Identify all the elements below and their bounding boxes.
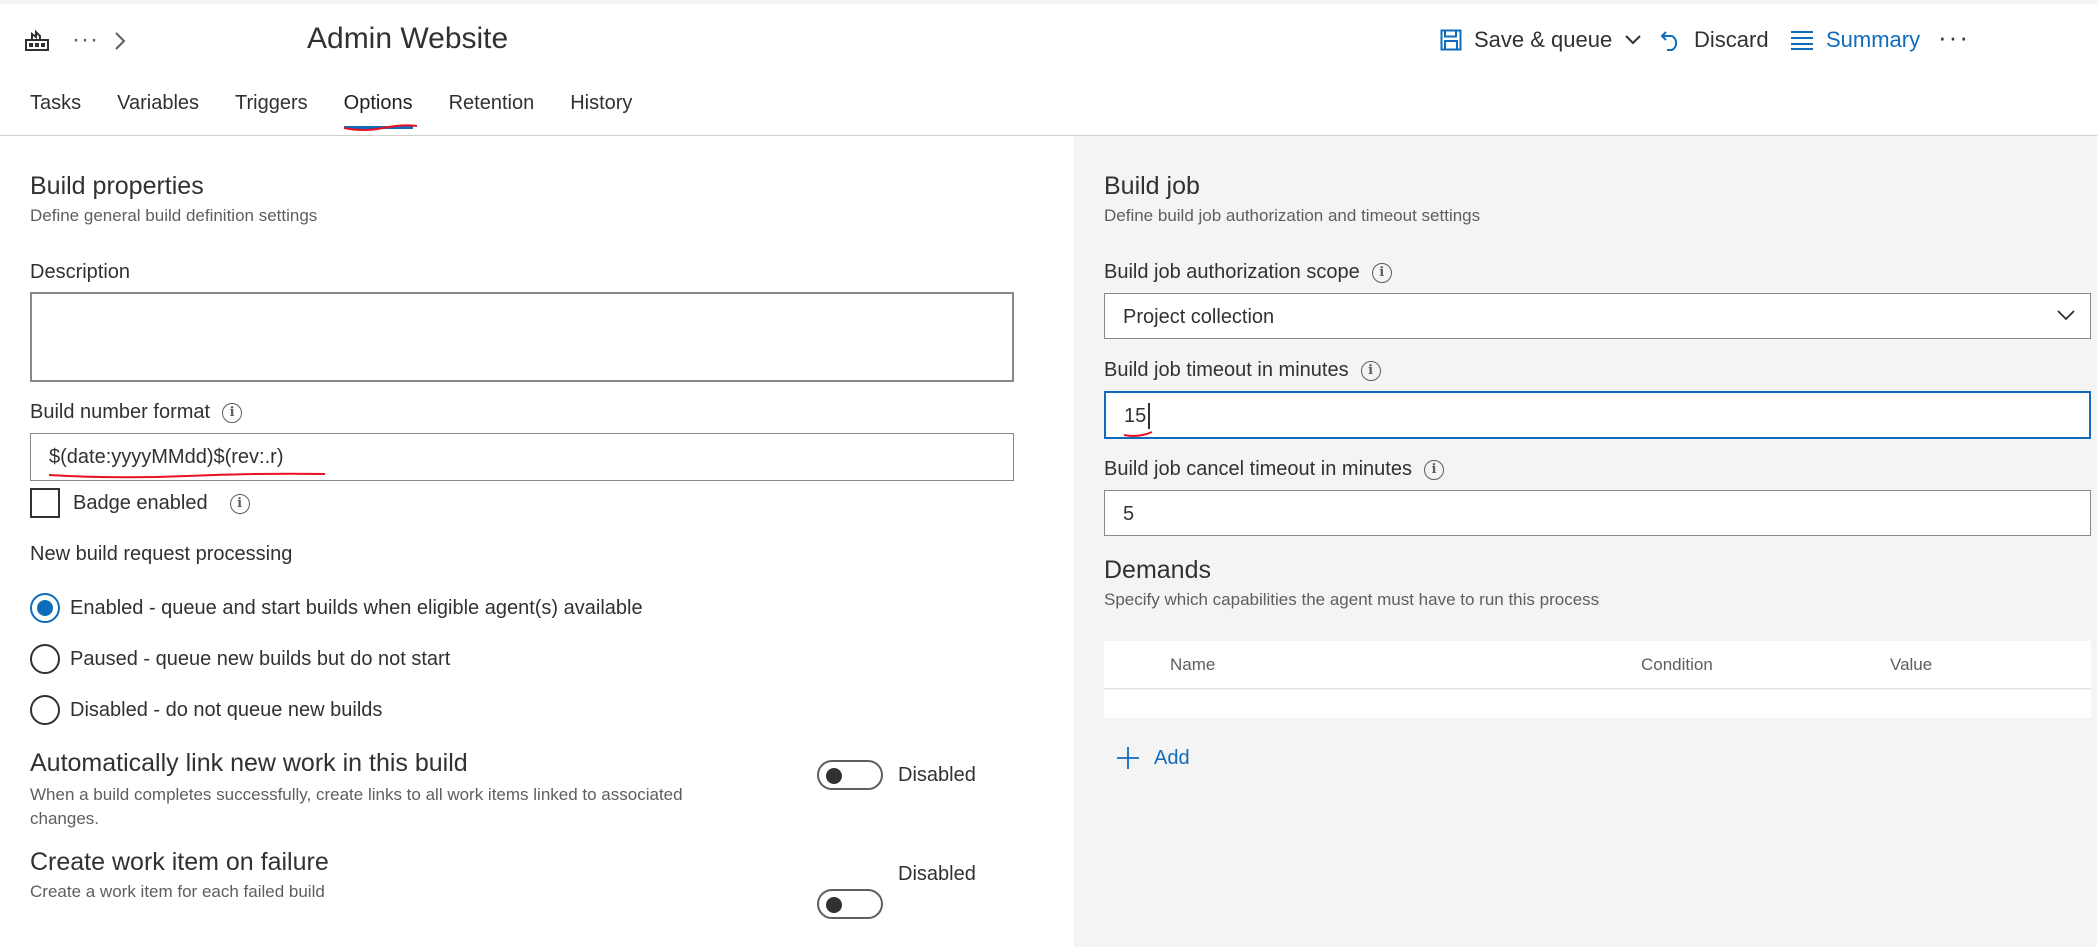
cancel-timeout-label: Build job cancel timeout in minutes i (1104, 458, 1444, 481)
info-icon[interactable]: i (1360, 360, 1381, 381)
summary-label: Summary (1826, 27, 1921, 52)
info-icon[interactable]: i (1371, 262, 1392, 283)
page-title: Admin Website (307, 22, 509, 55)
cancel-timeout-label-text: Build job cancel timeout in minutes (1104, 458, 1412, 480)
discard-button[interactable]: Discard (1660, 27, 1769, 53)
save-and-queue-button[interactable]: Save & queue (1440, 27, 1642, 53)
demands-title: Demands (1104, 556, 1211, 584)
chevron-down-icon (2057, 310, 2075, 321)
demands-table-header: Name Condition Value (1104, 641, 2091, 689)
demands-subtitle: Specify which capabilities the agent mus… (1104, 590, 1600, 609)
add-demand-button[interactable]: Add (1116, 746, 1190, 770)
build-job-subtitle: Define build job authorization and timeo… (1104, 206, 1481, 225)
info-icon[interactable]: i (222, 402, 243, 423)
timeout-label-text: Build job timeout in minutes (1104, 359, 1349, 381)
radio-enabled-label: Enabled - queue and start builds when el… (70, 597, 643, 619)
build-properties-title: Build properties (30, 172, 204, 200)
chevron-right-icon (113, 30, 127, 52)
breadcrumb-more-icon[interactable]: ··· (72, 26, 99, 54)
tab-history[interactable]: History (570, 92, 632, 129)
red-annotation-underline (1123, 431, 1153, 437)
tab-variables[interactable]: Variables (117, 92, 199, 129)
tab-retention[interactable]: Retention (449, 92, 535, 129)
build-pipeline-icon[interactable] (24, 28, 50, 54)
column-condition[interactable]: Condition (1641, 655, 1713, 675)
save-and-queue-label: Save & queue (1474, 27, 1613, 52)
work-item-failure-toggle[interactable] (817, 889, 883, 919)
auto-link-description: When a build completes successfully, cre… (30, 785, 683, 828)
work-item-failure-toggle-label: Disabled (898, 863, 976, 885)
work-item-failure-description: Create a work item for each failed build (30, 882, 325, 901)
top-edge (0, 0, 2097, 4)
description-textarea[interactable] (30, 292, 1014, 382)
radio-paused[interactable] (30, 644, 60, 674)
badge-enabled-label: Badge enabled i (73, 492, 250, 515)
add-demand-label: Add (1154, 746, 1190, 769)
radio-disabled[interactable] (30, 695, 60, 725)
discard-label: Discard (1694, 27, 1769, 52)
description-label: Description (30, 261, 130, 284)
auth-scope-dropdown[interactable]: Project collection (1104, 293, 2091, 339)
info-icon[interactable]: i (1423, 459, 1444, 480)
radio-enabled[interactable] (30, 593, 60, 623)
summary-button[interactable]: Summary (1790, 27, 1920, 53)
new-build-request-label: New build request processing (30, 543, 292, 566)
tab-triggers[interactable]: Triggers (235, 92, 308, 129)
new-build-request-label-text: New build request processing (30, 543, 293, 565)
radio-disabled-label: Disabled - do not queue new builds (70, 699, 383, 721)
auth-scope-value: Project collection (1123, 306, 1275, 328)
cancel-timeout-input[interactable]: 5 (1104, 490, 2091, 536)
description-label-text: Description (30, 261, 131, 283)
build-number-format-label-text: Build number format (30, 401, 211, 423)
cancel-timeout-value: 5 (1123, 503, 1135, 525)
badge-enabled-label-text: Badge enabled (73, 492, 208, 514)
red-annotation-underline (48, 472, 326, 479)
list-icon (1790, 30, 1814, 50)
auth-scope-label-text: Build job authorization scope (1104, 261, 1360, 283)
right-panel (1074, 136, 2097, 947)
timeout-value: 15 (1124, 405, 1147, 427)
auto-link-title: Automatically link new work in this buil… (30, 749, 468, 777)
info-icon[interactable]: i (229, 493, 250, 514)
save-icon (1440, 29, 1462, 51)
auto-link-toggle-label: Disabled (898, 764, 976, 786)
build-properties-subtitle: Define general build definition settings (30, 206, 318, 225)
column-name[interactable]: Name (1170, 655, 1215, 675)
build-number-format-input[interactable]: $(date:yyyyMMdd)$(rev:.r) (30, 433, 1014, 481)
build-job-title: Build job (1104, 172, 1200, 200)
undo-icon (1660, 28, 1682, 52)
work-item-failure-title: Create work item on failure (30, 848, 329, 876)
demands-table-body (1104, 690, 2091, 718)
build-number-format-value: $(date:yyyyMMdd)$(rev:.r) (49, 446, 284, 468)
more-actions-icon[interactable]: ··· (1938, 22, 1970, 53)
chevron-down-icon[interactable] (1624, 34, 1642, 46)
build-number-format-label: Build number format i (30, 401, 243, 424)
text-cursor (1148, 403, 1150, 429)
plus-icon (1117, 747, 1139, 769)
tab-tasks[interactable]: Tasks (30, 92, 81, 129)
red-annotation-underline (343, 120, 418, 131)
auto-link-toggle[interactable] (817, 760, 883, 790)
timeout-input[interactable]: 15 (1104, 391, 2091, 439)
timeout-label: Build job timeout in minutes i (1104, 359, 1381, 382)
radio-paused-label: Paused - queue new builds but do not sta… (70, 648, 451, 670)
badge-enabled-checkbox[interactable] (30, 488, 60, 518)
column-value[interactable]: Value (1890, 655, 1932, 675)
auth-scope-label: Build job authorization scope i (1104, 261, 1392, 284)
